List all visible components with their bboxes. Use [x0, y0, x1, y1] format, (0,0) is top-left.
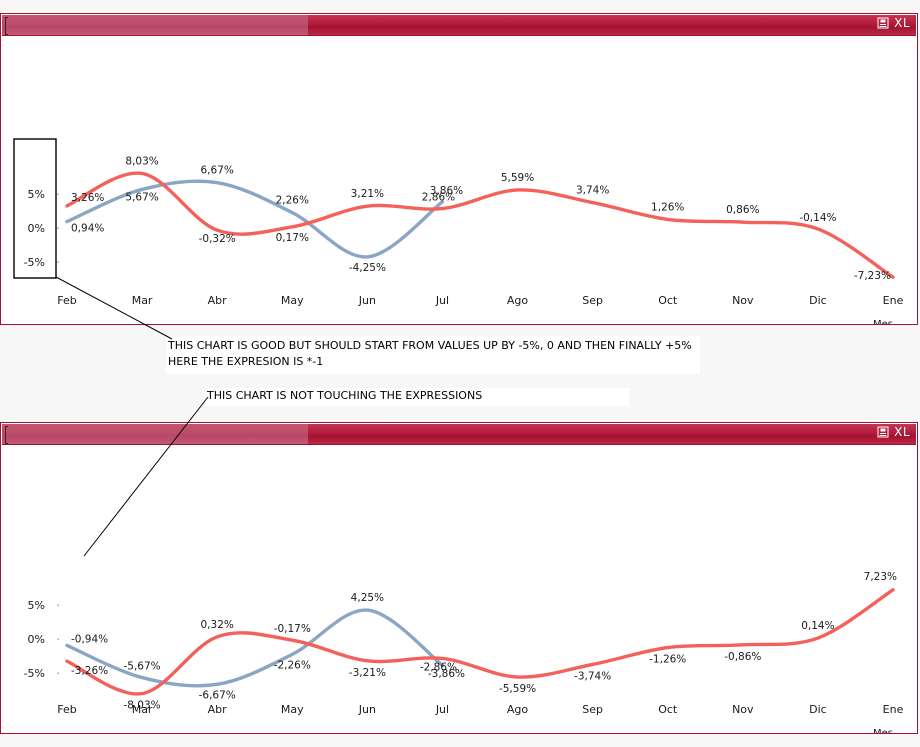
y-axis-tick-mark — [57, 193, 59, 195]
x-axis-tick-label: Ago — [507, 703, 529, 716]
data-label: -3,86% — [428, 668, 465, 680]
x-axis-tick-label: Ene — [883, 294, 904, 307]
data-label: 0,32% — [201, 619, 234, 631]
y-axis-tick-label: 0% — [28, 633, 45, 646]
chart-plot-area-top: 5% 0% -5% Feb Mar Abr May Jun Jul Ago Sep Oct Nov Dic… — [1, 36, 917, 324]
data-label: 3,74% — [576, 185, 609, 197]
data-label: -8,03% — [124, 700, 161, 712]
data-label: 7,23% — [864, 571, 897, 583]
series-line-blue-series — [65, 179, 445, 259]
data-label: -5,59% — [499, 683, 536, 695]
x-axis-tick-label: Oct — [658, 294, 678, 307]
export-print-icon[interactable] — [877, 426, 889, 438]
x-axis-tick-label: Abr — [208, 294, 228, 307]
x-axis-tick-label: Dic — [809, 703, 827, 716]
data-label: 3,21% — [351, 188, 384, 200]
x-axis-tick-label: May — [281, 703, 304, 716]
data-label: -0,94% — [71, 633, 108, 645]
x-axis-tick-label: Ago — [507, 294, 529, 307]
export-print-icon[interactable] — [877, 17, 889, 29]
data-label: 3,86% — [430, 185, 463, 197]
data-label: 0,94% — [71, 223, 104, 235]
data-label: 6,67% — [201, 165, 234, 177]
export-xl-label[interactable]: XL — [894, 16, 910, 30]
x-axis-tick-label: Jun — [358, 703, 376, 716]
x-axis-title: Mes — [873, 728, 893, 733]
data-label: 0,17% — [276, 232, 309, 244]
data-label: -2,26% — [274, 659, 311, 671]
annotation-line: THIS CHART IS GOOD BUT SHOULD START FROM… — [168, 339, 692, 352]
export-xl-label[interactable]: XL — [894, 425, 910, 439]
annotation-note-not-touching: THIS CHART IS NOT TOUCHING THE EXPRESSIO… — [205, 388, 629, 406]
x-axis-tick-label: Sep — [582, 294, 603, 307]
x-axis-tick-label: Sep — [582, 703, 603, 716]
data-label: -0,86% — [724, 651, 761, 663]
y-axis-tick-label: 5% — [28, 599, 45, 612]
data-label: -0,32% — [199, 233, 236, 245]
titlebar-gradient-right — [308, 15, 916, 35]
data-label: -5,67% — [124, 661, 161, 673]
data-label: -7,23% — [854, 270, 891, 282]
x-axis-tick-label: Abr — [208, 703, 228, 716]
annotation-line: THIS CHART IS NOT TOUCHING THE EXPRESSIO… — [207, 389, 483, 402]
data-label: 1,26% — [651, 201, 684, 213]
y-axis-tick-mark — [57, 604, 59, 606]
data-label: -0,14% — [799, 212, 836, 224]
series-line-red-series — [65, 588, 895, 696]
data-label: 8,03% — [125, 155, 158, 167]
series-line-red-series — [65, 171, 895, 279]
y-axis-tick-label: 0% — [28, 222, 45, 235]
data-label: -3,21% — [349, 667, 386, 679]
x-axis-tick-label: Nov — [732, 703, 754, 716]
titlebar-caret — [5, 17, 8, 35]
titlebar-gradient-right — [308, 424, 916, 444]
chart-svg-bottom: 5%0%-5%Feb Mar Abr May Jun Jul Ago Sep Oct Nov Dic… — [24, 571, 904, 733]
titlebar-caret — [5, 426, 8, 444]
chart-panel-top: XL 5% 0% -5% Feb Mar Abr May Jun Jul Ago Sep Oct Nov… — [0, 13, 918, 325]
y-axis-tick-mark — [57, 638, 59, 640]
x-axis-tick-label: Feb — [57, 294, 76, 307]
y-axis-tick-mark — [57, 672, 59, 674]
x-axis-tick-label: Oct — [658, 703, 678, 716]
y-axis-tick-label: -5% — [24, 667, 45, 680]
annotation-line: HERE THE EXPRESION IS *-1 — [168, 355, 324, 368]
x-axis-tick-label: Mar — [132, 294, 153, 307]
chart-titlebar-bottom[interactable]: XL — [2, 424, 916, 445]
y-axis-tick-label: -5% — [24, 256, 45, 269]
chart-svg-top: 5% 0% -5% Feb Mar Abr May Jun Jul Ago Sep Oct Nov Dic… — [24, 155, 904, 324]
x-axis-tick-label: Nov — [732, 294, 754, 307]
x-axis-tick-label: Feb — [57, 703, 76, 716]
y-axis-tick-mark — [57, 261, 59, 263]
annotation-note-good-chart: THIS CHART IS GOOD BUT SHOULD START FROM… — [166, 336, 700, 374]
chart-panel-bottom: XL 5% 0% -5% Feb Mar Abr May Jun Jul Ago Sep Oct Nov… — [0, 422, 918, 734]
y-axis-tick-mark — [57, 227, 59, 229]
data-label: -0,17% — [274, 623, 311, 635]
data-label: -1,26% — [649, 654, 686, 666]
data-label: 5,59% — [501, 172, 534, 184]
data-label: 5,67% — [125, 191, 158, 203]
chart-titlebar-top[interactable]: XL — [2, 15, 916, 36]
data-label: -3,26% — [71, 665, 108, 677]
x-axis-tick-label: Jul — [435, 703, 449, 716]
data-label: 0,14% — [801, 620, 834, 632]
data-label: 4,25% — [351, 592, 384, 604]
x-axis-tick-label: Dic — [809, 294, 827, 307]
x-axis-tick-label: Jun — [358, 294, 376, 307]
chart-plot-area-bottom: 5% 0% -5% Feb Mar Abr May Jun Jul Ago Sep Oct Nov Dic… — [1, 445, 917, 733]
data-label: 0,86% — [726, 204, 759, 216]
x-axis-tick-label: Ene — [883, 703, 904, 716]
data-label: 3,26% — [71, 192, 104, 204]
data-label: -3,74% — [574, 670, 611, 682]
data-label: -4,25% — [349, 262, 386, 274]
x-axis-tick-label: May — [281, 294, 304, 307]
x-axis-title: Mes — [873, 319, 893, 324]
y-axis-tick-label: 5% — [28, 188, 45, 201]
data-label: -6,67% — [199, 689, 236, 701]
series-line-blue-series — [65, 608, 445, 688]
x-axis-tick-label: Jul — [435, 294, 449, 307]
data-label: 2,26% — [276, 195, 309, 207]
